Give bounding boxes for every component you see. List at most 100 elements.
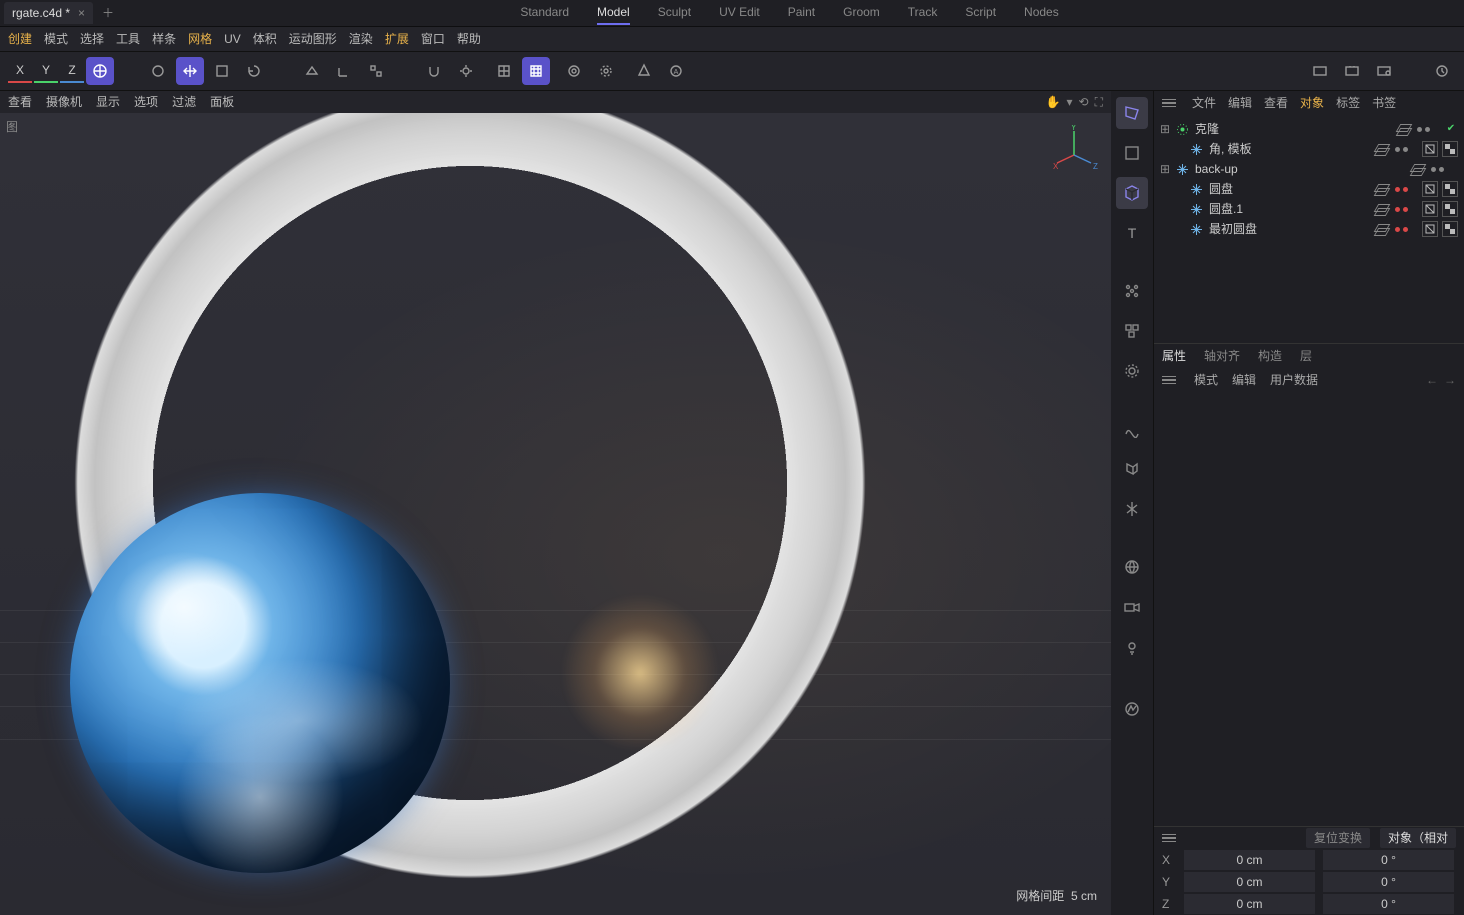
workplane-grid[interactable] [490,57,518,85]
attr-tab-层[interactable]: 层 [1300,348,1312,365]
tool-live-select[interactable] [144,57,172,85]
palette-globe-icon[interactable] [1116,551,1148,583]
menu-工具[interactable]: 工具 [116,31,140,48]
layout-tab-uv-edit[interactable]: UV Edit [719,1,760,26]
tag-box2[interactable] [1442,221,1458,237]
layout-tab-nodes[interactable]: Nodes [1024,1,1059,26]
axis-z-toggle[interactable]: Z [60,59,84,83]
palette-deformer-icon[interactable] [1116,355,1148,387]
tree-row[interactable]: ⊞克隆✔ [1154,119,1464,139]
menu-运动图形[interactable]: 运动图形 [289,31,337,48]
soft-select[interactable] [560,57,588,85]
vp-menu-查看[interactable]: 查看 [8,94,32,111]
obj-menu-编辑[interactable]: 编辑 [1228,95,1252,112]
menu-网格[interactable]: 网格 [188,31,212,48]
hamburger-icon[interactable] [1162,99,1176,108]
tool-quantize[interactable] [362,57,390,85]
hamburger-icon[interactable] [1162,834,1176,843]
coord-pos-field[interactable]: 0 cm [1184,850,1315,871]
menu-体积[interactable]: 体积 [253,31,277,48]
render-view[interactable] [1306,57,1334,85]
axis-x-toggle[interactable]: X [8,59,32,83]
visibility-dots[interactable] [1395,147,1408,152]
reset-transform-button[interactable]: 复位变换 [1306,828,1370,849]
document-tab[interactable]: rgate.c4d * × [4,2,93,24]
vp-menu-显示[interactable]: 显示 [96,94,120,111]
menu-样条[interactable]: 样条 [152,31,176,48]
palette-model-mode[interactable] [1116,97,1148,129]
tag-box[interactable] [1422,141,1438,157]
new-tab-button[interactable]: ＋ [97,2,119,24]
layers-icon[interactable] [1397,122,1411,136]
axis-y-toggle[interactable]: Y [34,59,58,83]
layout-tab-standard[interactable]: Standard [520,1,569,26]
vp-menu-选项[interactable]: 选项 [134,94,158,111]
snap-settings[interactable] [452,57,480,85]
palette-material-icon[interactable] [1116,693,1148,725]
palette-rect-select[interactable] [1116,137,1148,169]
tag-box[interactable] [1422,221,1438,237]
tool-move[interactable] [176,57,204,85]
tag-box2[interactable] [1442,141,1458,157]
maximize-icon[interactable]: ⛶ [1095,94,1103,111]
palette-cube[interactable] [1116,177,1148,209]
menu-扩展[interactable]: 扩展 [385,31,409,48]
visibility-dots[interactable] [1417,127,1430,132]
symmetry-settings[interactable]: A [662,57,690,85]
hamburger-icon[interactable] [1162,376,1176,385]
soft-select-alt[interactable] [592,57,620,85]
tag-box2[interactable] [1442,201,1458,217]
attr-nav-fwd-icon[interactable]: → [1444,372,1456,389]
attr-tab-构造[interactable]: 构造 [1258,348,1282,365]
attr-tab-轴对齐[interactable]: 轴对齐 [1204,348,1240,365]
layout-tab-sculpt[interactable]: Sculpt [658,1,691,26]
obj-menu-文件[interactable]: 文件 [1192,95,1216,112]
menu-创建[interactable]: 创建 [8,31,32,48]
attr-menu-edit[interactable]: 编辑 [1232,372,1256,389]
layout-tab-paint[interactable]: Paint [788,1,815,26]
tool-coordinate[interactable] [330,57,358,85]
rotate-icon[interactable]: ⟲ [1079,94,1089,111]
obj-menu-对象[interactable]: 对象 [1300,95,1324,112]
coord-pos-field[interactable]: 0 cm [1184,872,1315,893]
tree-row[interactable]: 圆盘.1 [1154,199,1464,219]
visibility-dots[interactable] [1395,207,1408,212]
obj-menu-标签[interactable]: 标签 [1336,95,1360,112]
palette-camera-icon[interactable] [1116,591,1148,623]
symmetry-toggle[interactable] [630,57,658,85]
palette-symmetry-icon[interactable] [1116,493,1148,525]
layers-icon[interactable] [1375,222,1389,236]
coord-rot-field[interactable]: 0 ° [1323,894,1454,915]
palette-text[interactable]: T [1116,217,1148,249]
object-tags[interactable] [1422,181,1458,197]
object-tags[interactable]: ✔ [1444,122,1458,136]
obj-menu-书签[interactable]: 书签 [1372,95,1396,112]
palette-instance-icon[interactable] [1116,453,1148,485]
axis-gizmo[interactable]: X Y Z [1049,125,1099,175]
menu-帮助[interactable]: 帮助 [457,31,481,48]
render-settings[interactable] [1370,57,1398,85]
palette-light-icon[interactable] [1116,631,1148,663]
attr-nav-back-icon[interactable]: ← [1426,372,1438,389]
visibility-dots[interactable] [1431,167,1444,172]
chevron-down-icon[interactable]: ▾ [1067,94,1073,111]
menu-选择[interactable]: 选择 [80,31,104,48]
workplane-snap[interactable] [522,57,550,85]
object-tree[interactable]: ⊞克隆✔角, 模板⊞back-up圆盘圆盘.1最初圆盘 [1154,115,1464,343]
layers-icon[interactable] [1375,182,1389,196]
tag-box[interactable] [1422,181,1438,197]
palette-spline-icon[interactable] [1116,413,1148,445]
menu-窗口[interactable]: 窗口 [421,31,445,48]
layout-tab-track[interactable]: Track [908,1,938,26]
coord-rot-field[interactable]: 0 ° [1323,872,1454,893]
render-picture[interactable] [1338,57,1366,85]
tag-box2[interactable] [1442,181,1458,197]
menu-渲染[interactable]: 渲染 [349,31,373,48]
close-tab-icon[interactable]: × [78,5,85,22]
object-tags[interactable] [1422,201,1458,217]
hand-icon[interactable]: ✋ [1046,94,1061,111]
visibility-dots[interactable] [1395,227,1408,232]
visibility-dots[interactable] [1395,187,1408,192]
vp-menu-过滤[interactable]: 过滤 [172,94,196,111]
tree-row[interactable]: 最初圆盘 [1154,219,1464,239]
